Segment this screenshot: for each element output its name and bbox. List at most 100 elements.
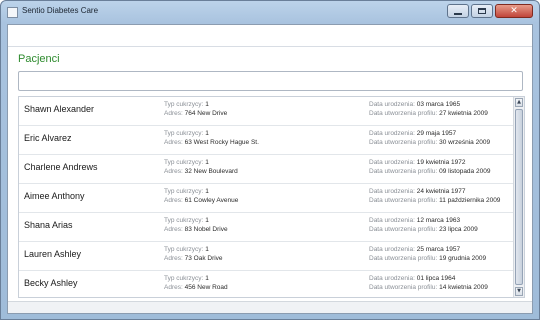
address-label: Adres: [164, 168, 183, 175]
diabetes-type-label: Typ cukrzycy: [164, 101, 204, 108]
search-input[interactable] [18, 71, 523, 91]
birth-date-label: Data urodzenia: [369, 275, 415, 282]
address-label: Adres: [164, 197, 183, 204]
profile-created-value: 19 grudnia 2009 [439, 255, 487, 262]
patient-details: Typ cukrzycy: 1 Adres: 32 New Boulevard [164, 158, 238, 176]
patient-details: Typ cukrzycy: 1 Adres: 63 West Rocky Hagu… [164, 129, 259, 147]
patient-details: Typ cukrzycy: 1 Adres: 764 New Drive [164, 100, 227, 118]
diabetes-type-value: 1 [205, 159, 209, 166]
address-value: 456 New Road [184, 284, 228, 291]
patient-row[interactable]: Shawn Alexander Typ cukrzycy: 1 Adres: 764… [19, 97, 513, 126]
profile-created-label: Data utworzenia profilu: [369, 139, 438, 146]
page-title: Pacjenci [18, 53, 60, 65]
patient-name: Eric Alvarez [24, 133, 72, 143]
birth-date-value: 24 kwietnia 1977 [416, 188, 466, 195]
address-label: Adres: [164, 255, 183, 262]
client-area: Pacjenci Becky Ashley Typ cukrzycy: 1 Adre… [7, 24, 533, 314]
window-controls: ✕ [447, 4, 533, 18]
address-value: 73 Oak Drive [184, 255, 223, 262]
profile-created-value: 23 lipca 2009 [439, 226, 478, 233]
diabetes-type-value: 1 [205, 217, 209, 224]
diabetes-type-value: 1 [205, 130, 209, 137]
profile-created-value: 14 kwietnia 2009 [439, 284, 488, 291]
minimize-button[interactable] [447, 4, 469, 18]
minimize-icon [454, 12, 462, 15]
patient-row[interactable]: Shana Arias Typ cukrzycy: 1 Adres: 83 Nobe… [19, 213, 513, 242]
close-button[interactable]: ✕ [495, 4, 533, 18]
app-icon [7, 7, 18, 18]
birth-date-value: 19 kwietnia 1972 [416, 159, 466, 166]
patient-row[interactable]: Becky Ashley Typ cukrzycy: 1 Adres: 456 Ne… [19, 271, 513, 297]
app-window: Sentio Diabetes Care ✕ Pacjenci Becky As… [0, 0, 540, 320]
birth-date-value: 03 marca 1965 [416, 101, 461, 108]
birth-date-label: Data urodzenia: [369, 130, 415, 137]
diabetes-type-value: 1 [205, 101, 209, 108]
address-label: Adres: [164, 139, 183, 146]
diabetes-type-label: Typ cukrzycy: [164, 275, 204, 282]
profile-created-value: 30 września 2009 [439, 139, 491, 146]
diabetes-type-value: 1 [205, 275, 209, 282]
birth-date-label: Data urodzenia: [369, 217, 415, 224]
vertical-scrollbar[interactable]: ▲ ▼ [513, 97, 524, 297]
birth-date-value: 25 marca 1957 [416, 246, 461, 253]
patient-name: Shana Arias [24, 220, 73, 230]
window-title: Sentio Diabetes Care [22, 6, 99, 15]
birth-date-value: 29 maja 1957 [416, 130, 457, 137]
patient-row[interactable]: Lauren Ashley Typ cukrzycy: 1 Adres: 73 Oa… [19, 242, 513, 271]
address-value: 32 New Boulevard [184, 168, 238, 175]
patient-dates: Data urodzenia: 19 kwietnia 1972 Data utw… [369, 158, 490, 176]
address-value: 83 Nobel Drive [184, 226, 228, 233]
diabetes-type-label: Typ cukrzycy: [164, 246, 204, 253]
patient-list[interactable]: Becky Ashley Typ cukrzycy: 1 Adres: 456 Ne… [18, 96, 525, 298]
patient-dates: Data urodzenia: 29 maja 1957 Data utworze… [369, 129, 490, 147]
profile-created-value: 11 października 2009 [439, 197, 501, 204]
birth-date-label: Data urodzenia: [369, 159, 415, 166]
patient-details: Typ cukrzycy: 1 Adres: 456 New Road [164, 274, 228, 292]
close-icon: ✕ [510, 5, 518, 16]
birth-date-value: 12 marca 1963 [416, 217, 461, 224]
patient-row[interactable]: Charlene Andrews Typ cukrzycy: 1 Adres: 32… [19, 155, 513, 184]
patient-name: Becky Ashley [24, 278, 78, 288]
patient-dates: Data urodzenia: 01 lipca 1964 Data utworz… [369, 274, 488, 292]
diabetes-type-label: Typ cukrzycy: [164, 130, 204, 137]
address-label: Adres: [164, 226, 183, 233]
title-bar[interactable]: Sentio Diabetes Care ✕ [1, 1, 539, 25]
diabetes-type-value: 1 [205, 246, 209, 253]
patient-name: Charlene Andrews [24, 162, 98, 172]
profile-created-label: Data utworzenia profilu: [369, 255, 438, 262]
address-value: 61 Cowley Avenue [184, 197, 239, 204]
profile-created-label: Data utworzenia profilu: [369, 110, 438, 117]
profile-created-label: Data utworzenia profilu: [369, 284, 438, 291]
address-label: Adres: [164, 110, 183, 117]
profile-created-value: 27 kwietnia 2009 [439, 110, 488, 117]
toolbar [8, 25, 532, 47]
profile-created-label: Data utworzenia profilu: [369, 168, 438, 175]
diabetes-type-value: 1 [205, 188, 209, 195]
profile-created-label: Data utworzenia profilu: [369, 197, 438, 204]
scroll-down-arrow-icon[interactable]: ▼ [515, 287, 523, 296]
diabetes-type-label: Typ cukrzycy: [164, 217, 204, 224]
birth-date-value: 01 lipca 1964 [416, 275, 456, 282]
patient-dates: Data urodzenia: 03 marca 1965 Data utworz… [369, 100, 488, 118]
diabetes-type-label: Typ cukrzycy: [164, 159, 204, 166]
diabetes-type-label: Typ cukrzycy: [164, 188, 204, 195]
profile-created-value: 09 listopada 2009 [439, 168, 491, 175]
maximize-icon [478, 8, 486, 14]
patient-row[interactable]: Eric Alvarez Typ cukrzycy: 1 Adres: 63 Wes… [19, 126, 513, 155]
birth-date-label: Data urodzenia: [369, 246, 415, 253]
address-value: 63 West Rocky Hague St. [184, 139, 259, 146]
patient-details: Typ cukrzycy: 1 Adres: 83 Nobel Drive [164, 216, 228, 234]
status-bar [8, 301, 532, 313]
scrollbar-thumb[interactable] [515, 109, 523, 285]
scroll-up-arrow-icon[interactable]: ▲ [515, 98, 523, 107]
patient-dates: Data urodzenia: 12 marca 1963 Data utworz… [369, 216, 478, 234]
patient-row[interactable]: Aimee Anthony Typ cukrzycy: 1 Adres: 61 Co… [19, 184, 513, 213]
patient-name: Shawn Alexander [24, 104, 95, 114]
birth-date-label: Data urodzenia: [369, 188, 415, 195]
patient-details: Typ cukrzycy: 1 Adres: 61 Cowley Avenue [164, 187, 238, 205]
maximize-button[interactable] [471, 4, 493, 18]
address-label: Adres: [164, 284, 183, 291]
address-value: 764 New Drive [184, 110, 228, 117]
profile-created-label: Data utworzenia profilu: [369, 226, 438, 233]
birth-date-label: Data urodzenia: [369, 101, 415, 108]
